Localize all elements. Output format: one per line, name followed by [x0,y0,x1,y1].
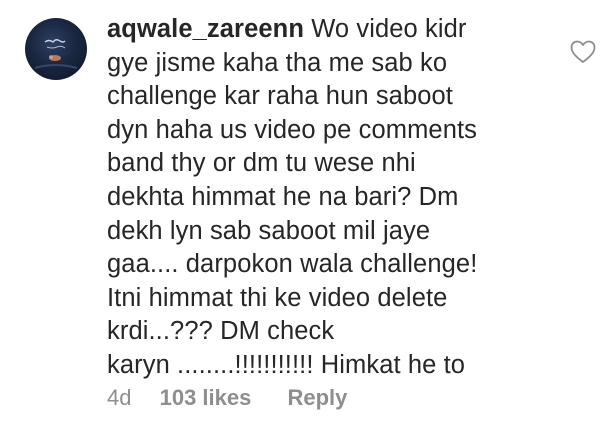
comment-text-line: dekhta himmat he na bari? Dm [107,182,459,211]
comment-item: aqwale_zareenn Wo video kidr gye jisme k… [0,0,613,447]
heart-outline-icon [570,40,596,63]
reply-button[interactable]: Reply [287,385,347,410]
comment-first-line: aqwale_zareenn Wo video kidr [107,13,547,47]
comment-meta: 4d 103 likes Reply [107,383,347,413]
avatar-image [34,39,78,69]
comment-text-line: Itni himmat thi ke video delete [107,283,448,312]
comment-text-line: challenge kar raha hun saboot [107,82,453,111]
heart-icon[interactable] [570,40,596,64]
comment-text-line: Wo video kidr [311,15,467,43]
comment-text-line: karyn ........!!!!!!!!!!! Himkat he to [107,350,466,379]
comment-text-line: band thy or dm tu wese nhi [107,149,416,178]
avatar[interactable] [25,18,87,80]
comment-text-line: gaa.... darpokon wala challenge! [107,250,478,279]
comment-body: aqwale_zareenn Wo video kidr gye jisme k… [107,13,547,383]
likes-count-button[interactable]: 103 likes [160,385,252,410]
comment-text-line: krdi...??? DM check [107,317,335,346]
comment-text-line: gye jisme kaha tha me sab ko [107,48,448,77]
comment-age: 4d [107,385,132,410]
comment-username[interactable]: aqwale_zareenn [107,15,304,43]
comment-text-line: dekh lyn sab saboot mil jaye [107,216,431,245]
comment-text-line: dyn haha us video pe comments [107,115,478,144]
